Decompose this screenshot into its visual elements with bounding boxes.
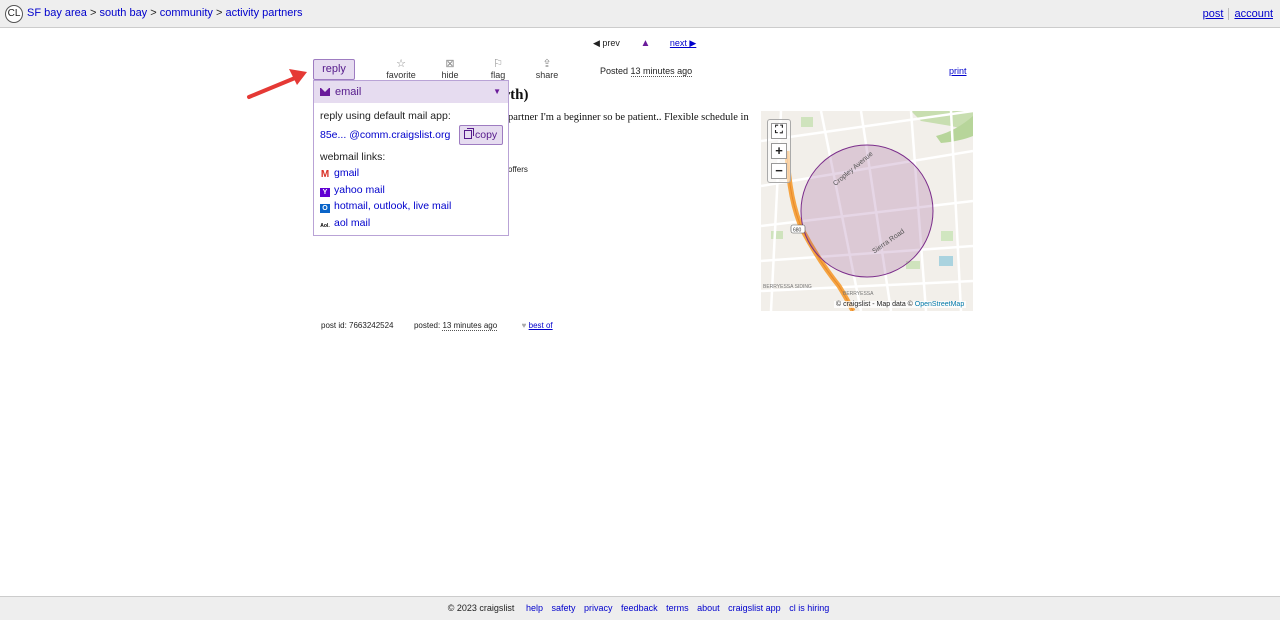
share-label: share: [535, 70, 559, 80]
webmail-label: webmail links:: [320, 151, 386, 163]
post-attribute: offers: [508, 165, 528, 174]
flag-button[interactable]: ⚐ flag: [478, 58, 518, 80]
breadcrumb: SF bay area > south bay > community > ac…: [27, 7, 303, 19]
aol-label: aol mail: [334, 217, 371, 229]
posted-label: posted:: [413, 321, 441, 330]
post-body: partner I'm a beginner so be patient.. F…: [508, 112, 749, 123]
footer-feedback-link[interactable]: feedback: [621, 603, 658, 613]
prev-link[interactable]: ◀ prev: [593, 38, 620, 49]
post-id: post id: 7663242524: [321, 321, 394, 330]
map-label-berryessa-siding: BERRYESSA SIDING: [763, 284, 812, 290]
copy-icon: [464, 128, 474, 139]
footer-hiring-link[interactable]: cl is hiring: [789, 603, 829, 613]
breadcrumb-south-bay[interactable]: south bay: [99, 7, 147, 19]
next-link[interactable]: next ▶: [670, 38, 696, 49]
yahoo-icon: Y: [320, 188, 330, 197]
map-tiles: Cropley Avenue Sierra Road 680 BERRYESSA…: [761, 111, 973, 311]
footer-help-link[interactable]: help: [526, 603, 543, 613]
reply-method-select[interactable]: email ▼: [314, 81, 508, 103]
posted-label: Posted: [600, 66, 629, 76]
envelope-icon: [320, 88, 330, 96]
breadcrumb-activity-partners[interactable]: activity partners: [226, 7, 303, 19]
reply-button[interactable]: reply: [313, 59, 355, 80]
posted-time: 13 minutes ago: [442, 321, 498, 331]
map-controls: ⛶ + −: [767, 119, 791, 183]
account-link[interactable]: account: [1234, 8, 1273, 20]
top-bar: CL SF bay area > south bay > community >…: [0, 0, 1280, 28]
outlook-icon: O: [320, 204, 330, 213]
flag-icon: ⚐: [493, 58, 503, 70]
map-highway-shield: 680: [793, 228, 802, 234]
breadcrumb-separator: >: [216, 7, 223, 19]
share-button[interactable]: ⇪ share: [527, 58, 567, 80]
breadcrumb-community[interactable]: community: [160, 7, 213, 19]
yahoo-label: yahoo mail: [334, 184, 385, 196]
map-credit-text: © craigslist - Map data ©: [836, 301, 913, 308]
copyright: © 2023 craigslist: [447, 603, 515, 613]
gmail-icon: M: [320, 169, 330, 180]
craigslist-logo[interactable]: CL: [5, 5, 23, 23]
copy-label: copy: [475, 129, 498, 141]
zoom-in-button[interactable]: +: [771, 143, 787, 159]
header-links: post account: [1203, 8, 1273, 21]
footer-app-link[interactable]: craigslist app: [728, 603, 781, 613]
share-icon: ⇪: [542, 58, 552, 70]
aol-icon: Aol.: [320, 223, 330, 229]
posted-time: 13 minutes ago: [630, 66, 693, 77]
footer-safety-link[interactable]: safety: [551, 603, 575, 613]
post-navigation: ◀ prev ▲ next ▶: [593, 38, 696, 49]
page-footer: © 2023 craigslist help safety privacy fe…: [0, 596, 1280, 620]
openstreetmap-link[interactable]: OpenStreetMap: [915, 301, 964, 308]
outlook-label: hotmail, outlook, live mail: [334, 200, 452, 212]
map-label-berryessa: BERRYESSA: [843, 291, 874, 297]
post-info: post id: 7663242524 posted: 13 minutes a…: [321, 321, 553, 331]
chevron-down-icon: ▼: [493, 87, 501, 96]
hide-label: hide: [441, 70, 459, 80]
posted-info: Posted 13 minutes ago: [600, 66, 693, 77]
hide-icon: ⊠: [445, 58, 455, 70]
outlook-link[interactable]: Ohotmail, outlook, live mail: [320, 200, 451, 213]
up-arrow-link[interactable]: ▲: [640, 38, 650, 49]
star-icon: ☆: [396, 58, 406, 70]
fullscreen-icon[interactable]: ⛶: [771, 123, 787, 139]
flag-label: flag: [490, 70, 506, 80]
copy-button[interactable]: copy: [459, 125, 503, 145]
location-map[interactable]: Cropley Avenue Sierra Road 680 BERRYESSA…: [761, 111, 973, 311]
reply-email-link[interactable]: 85e... @comm.craigslist.org: [320, 129, 450, 141]
breadcrumb-sf-bay-area[interactable]: SF bay area: [27, 7, 87, 19]
gmail-label: gmail: [334, 167, 360, 179]
breadcrumb-separator: >: [89, 7, 97, 19]
print-link[interactable]: print: [949, 66, 967, 76]
yahoo-mail-link[interactable]: Yyahoo mail: [320, 184, 385, 197]
footer-terms-link[interactable]: terms: [666, 603, 689, 613]
default-mail-label: reply using default mail app:: [320, 110, 451, 122]
favorite-button[interactable]: ☆ favorite: [381, 58, 421, 80]
gmail-link[interactable]: Mgmail: [320, 167, 360, 180]
zoom-out-button[interactable]: −: [771, 163, 787, 179]
best-of-link[interactable]: best of: [529, 321, 553, 330]
footer-privacy-link[interactable]: privacy: [584, 603, 613, 613]
red-arrow-annotation: [247, 69, 307, 99]
aol-mail-link[interactable]: Aol. aol mail: [320, 217, 370, 231]
footer-about-link[interactable]: about: [697, 603, 720, 613]
reply-options-panel: email ▼ reply using default mail app: 85…: [313, 80, 509, 236]
post-link[interactable]: post: [1203, 8, 1224, 20]
reply-method-label: email: [335, 86, 362, 98]
hide-button[interactable]: ⊠ hide: [430, 58, 470, 80]
heart-icon: ♥: [521, 321, 527, 330]
map-attribution: © craigslist - Map data © OpenStreetMap: [834, 301, 967, 308]
divider: [1228, 8, 1230, 21]
breadcrumb-separator: >: [150, 7, 157, 19]
favorite-label: favorite: [386, 70, 416, 80]
